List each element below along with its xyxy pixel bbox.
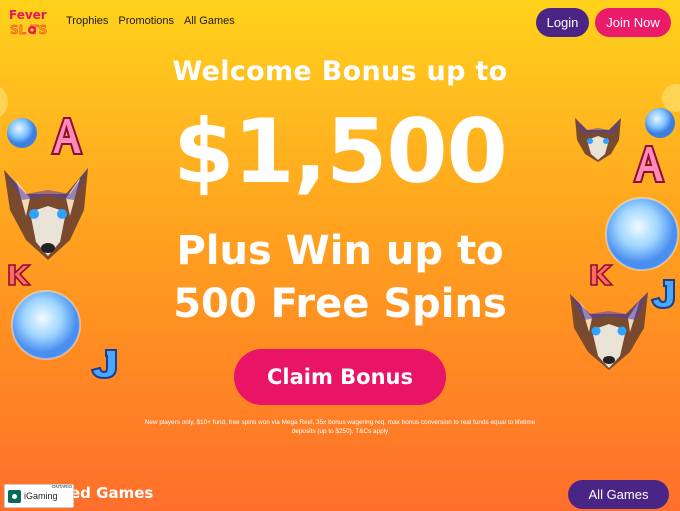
fever-slots-logo[interactable]: Fever SL TS (7, 6, 59, 38)
nav-promotions[interactable]: Promotions (118, 15, 174, 27)
login-button[interactable]: Login (536, 8, 589, 37)
featured-games-title: ed Games (70, 484, 154, 502)
igaming-name: iGaming (24, 491, 58, 501)
claim-bonus-button[interactable]: Claim Bonus (234, 349, 446, 405)
nav-trophies[interactable]: Trophies (66, 15, 108, 27)
igaming-logo-icon (8, 489, 21, 503)
welcome-bonus-heading: Welcome Bonus up to (172, 56, 508, 87)
igaming-ontario-badge[interactable]: iGaming ONTARIO (4, 484, 74, 508)
bonus-amount: $1,500 (173, 100, 508, 203)
join-now-button[interactable]: Join Now (595, 8, 671, 37)
nav-all-games[interactable]: All Games (184, 15, 235, 27)
site-header: Fever SL TS Trophies Promotions All Game… (0, 0, 680, 44)
free-spins-heading: 500 Free Spins (173, 281, 507, 327)
plus-win-heading: Plus Win up to (176, 228, 504, 274)
igaming-region: ONTARIO (52, 484, 73, 489)
main-nav: Trophies Promotions All Games (66, 15, 235, 27)
letter-j-icon (90, 349, 117, 380)
terms-text: New players only, $10+ fund, free spins … (144, 419, 536, 435)
svg-text:Fever: Fever (9, 8, 47, 22)
all-games-button[interactable]: All Games (568, 480, 669, 509)
